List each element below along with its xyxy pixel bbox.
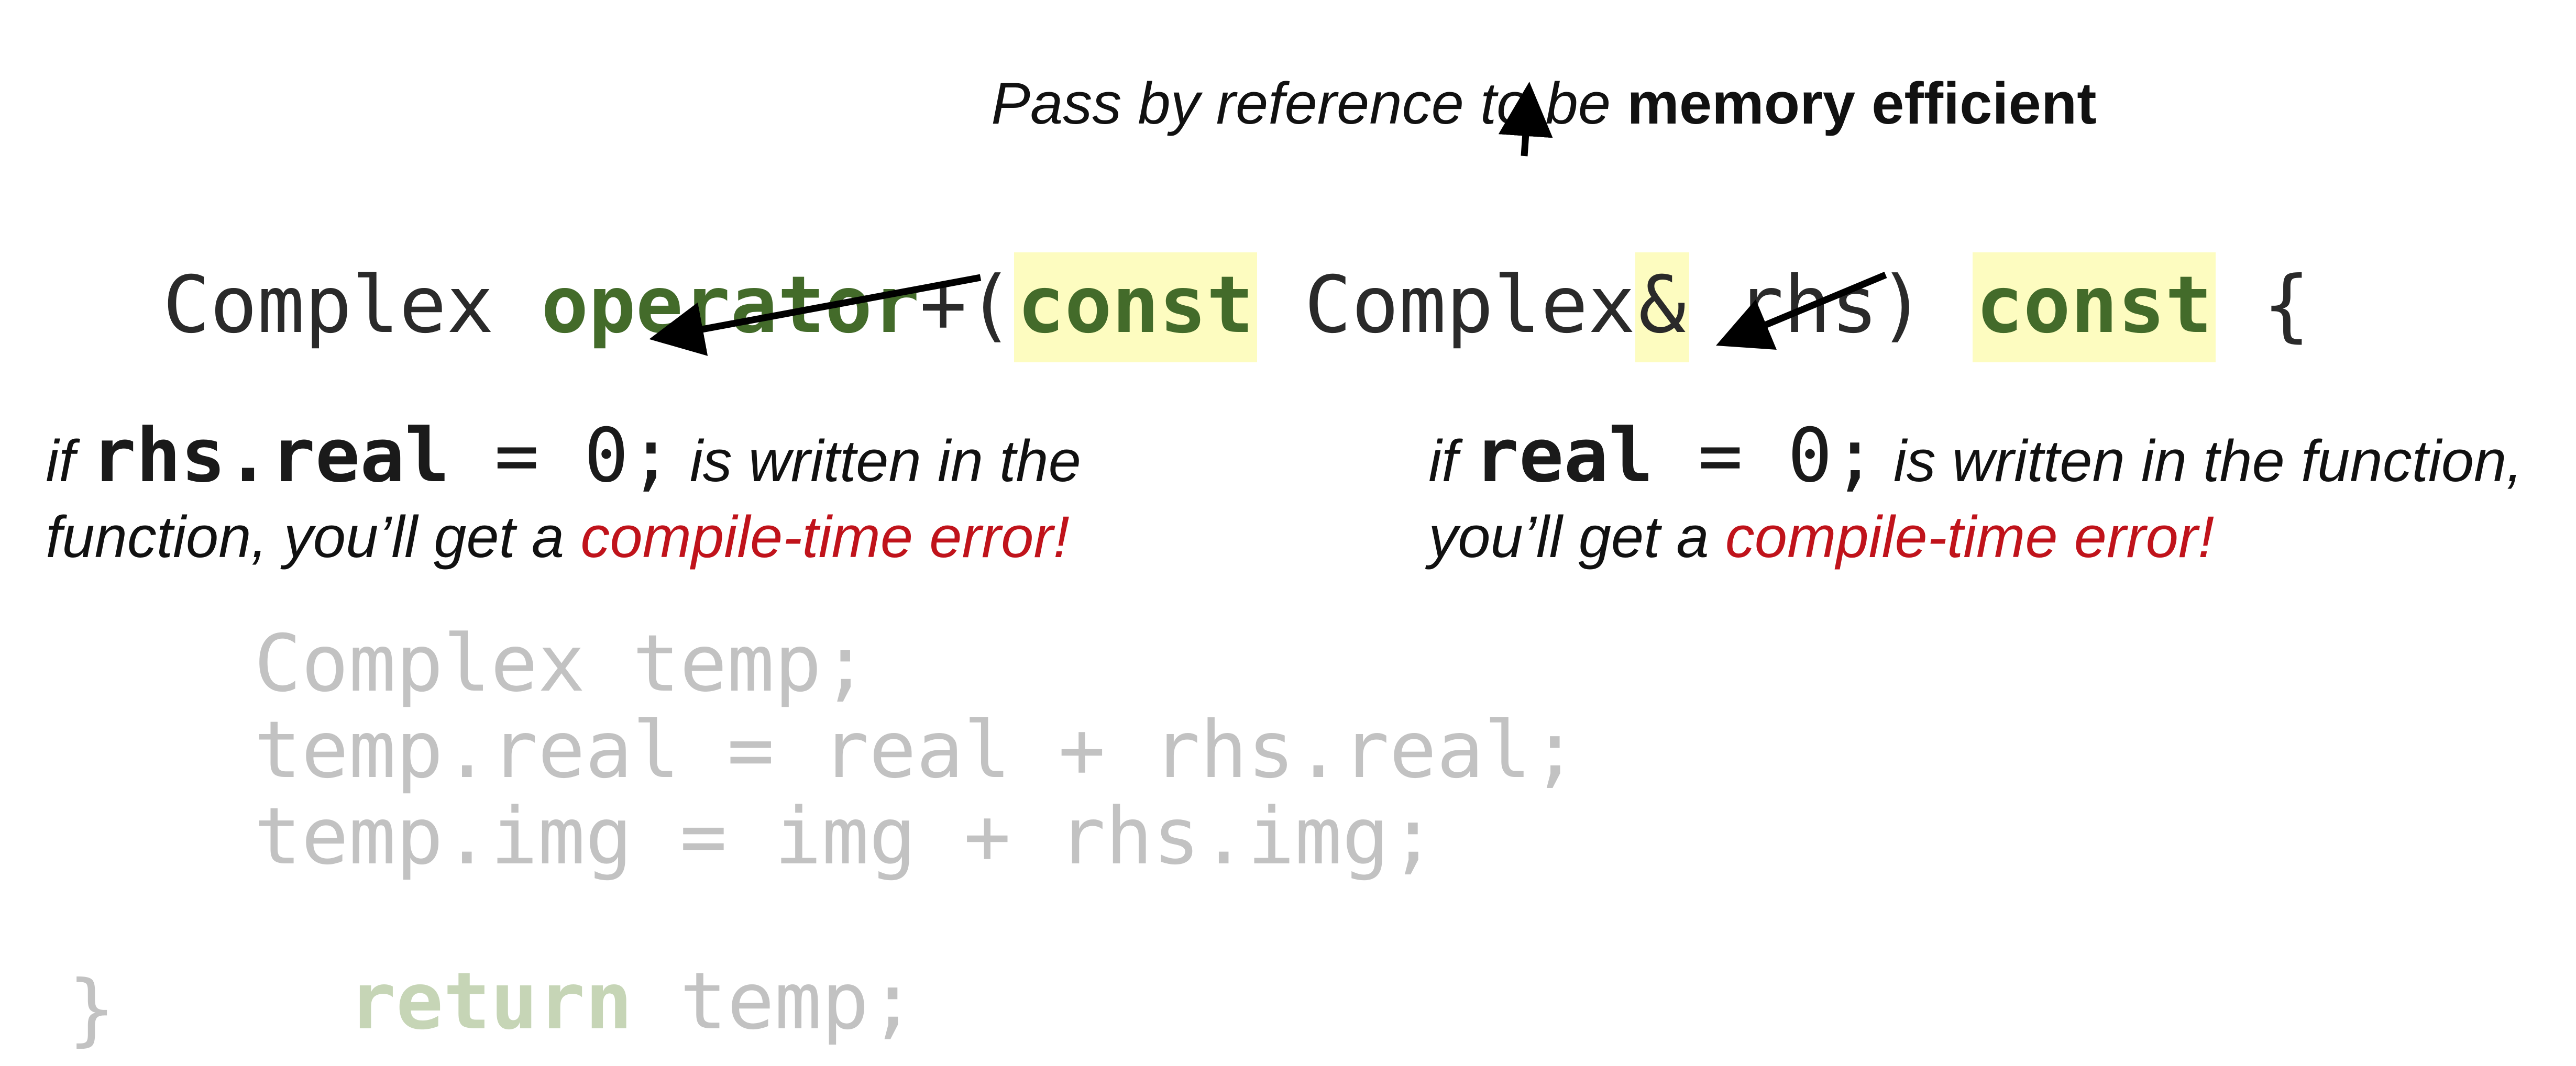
- arrows-layer: [649, 82, 1887, 356]
- const-parameter-arrow: [649, 274, 982, 356]
- const-member-arrow: [1716, 272, 1887, 350]
- reference-arrow: [1498, 82, 1553, 157]
